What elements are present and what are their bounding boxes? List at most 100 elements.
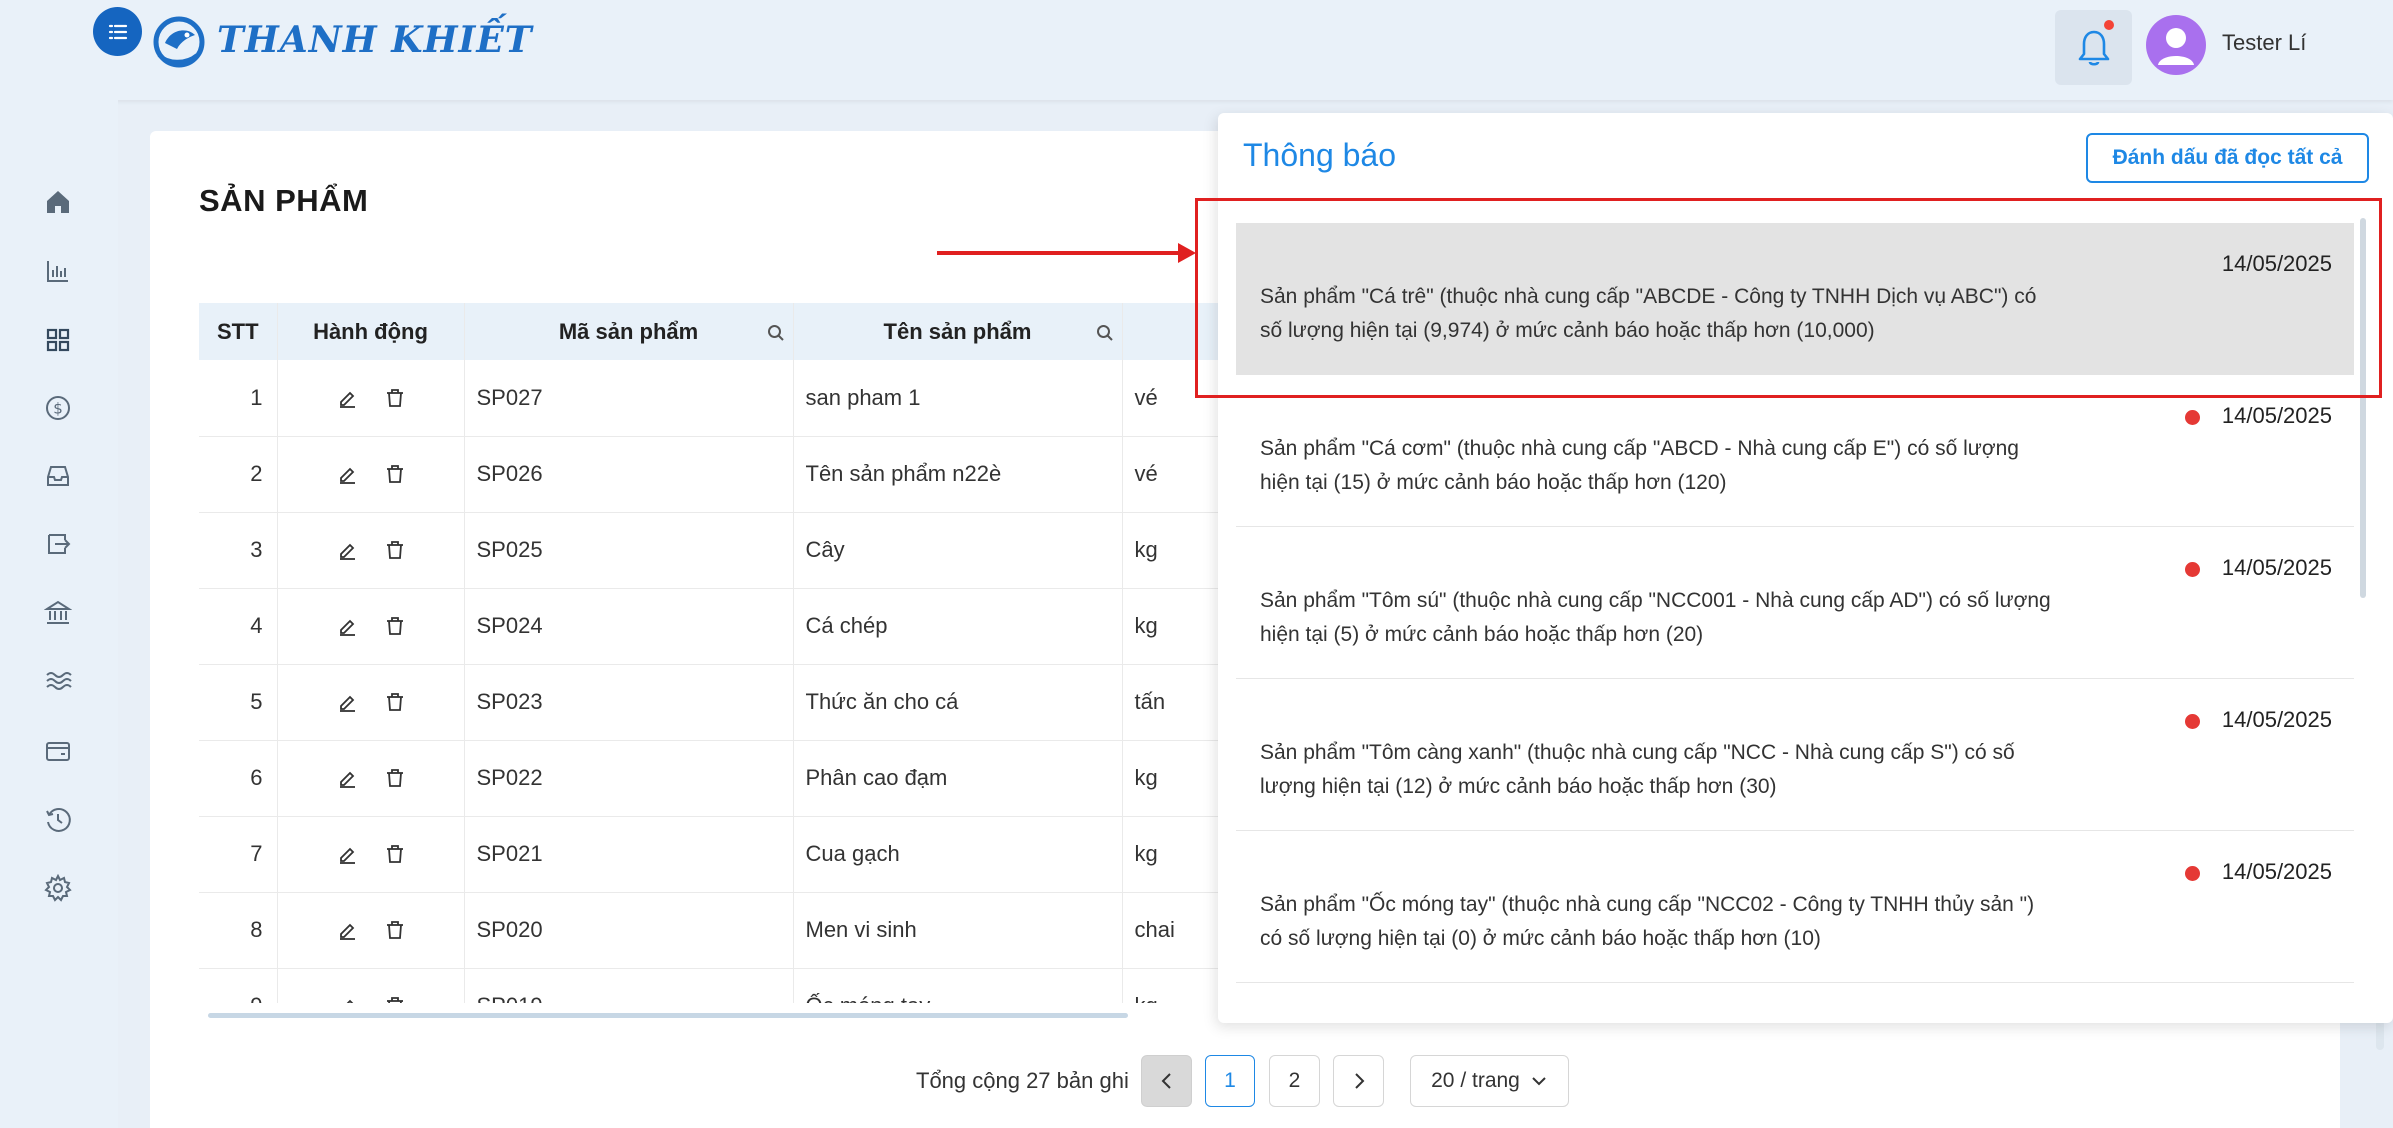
- pagination-next-button[interactable]: [1333, 1055, 1384, 1107]
- sidebar-item-settings[interactable]: [42, 872, 74, 904]
- sidebar-item-home[interactable]: [42, 186, 74, 218]
- horizontal-scrollbar[interactable]: [208, 1013, 1128, 1018]
- waves-icon: [46, 672, 72, 690]
- delete-icon[interactable]: [380, 991, 410, 1003]
- bell-icon: [2078, 30, 2109, 66]
- edit-icon[interactable]: [332, 991, 362, 1003]
- cell-product-code: SP026: [464, 436, 794, 513]
- edit-icon[interactable]: [332, 839, 362, 869]
- sidebar-item-wallet[interactable]: [42, 735, 74, 767]
- cell-product-name: san pham 1: [793, 360, 1123, 437]
- cell-actions: [277, 436, 465, 513]
- edit-icon[interactable]: [332, 459, 362, 489]
- cell-stt: 9: [199, 968, 278, 1003]
- cell-stt: 5: [199, 664, 278, 741]
- chevron-left-icon: [1161, 1073, 1171, 1089]
- notification-date: 14/05/2025: [2221, 707, 2332, 732]
- pagination-prev-button[interactable]: [1141, 1055, 1192, 1107]
- cell-actions: [277, 360, 465, 437]
- sidebar-item-products[interactable]: [42, 324, 74, 356]
- sidebar-item-inbox[interactable]: [42, 460, 74, 492]
- notification-item[interactable]: 14/05/2025 Sản phẩm "Tôm sú" (thuộc nhà c…: [1236, 527, 2354, 679]
- user-name[interactable]: Tester Lí: [2222, 30, 2306, 56]
- table-row[interactable]: 2 SP026 Tên sản phẩm n22è vé: [199, 436, 1239, 513]
- unread-dot: [2185, 714, 2200, 729]
- table-row[interactable]: 4 SP024 Cá chép kg: [199, 588, 1239, 665]
- page-size-select[interactable]: 20 / trang: [1410, 1055, 1569, 1107]
- delete-icon[interactable]: [380, 763, 410, 793]
- inbox-icon: [47, 466, 69, 486]
- table-row[interactable]: 8 SP020 Men vi sinh chai: [199, 892, 1239, 969]
- sidebar-item-export[interactable]: [42, 528, 74, 560]
- cell-product-name: Thức ăn cho cá: [793, 664, 1123, 741]
- notification-item[interactable]: 14/05/2025 Sản phẩm "Ốc móng tay" (thuộc …: [1236, 831, 2354, 983]
- column-header-code: Mã sản phẩm: [464, 303, 794, 360]
- notification-date: 14/05/2025: [2221, 403, 2332, 428]
- export-icon: [48, 534, 71, 554]
- sidebar-item-reports[interactable]: [42, 255, 74, 287]
- cell-product-name: Ốc móng tay: [793, 968, 1123, 1003]
- table-row[interactable]: 7 SP021 Cua gạch kg: [199, 816, 1239, 893]
- logo-fish-icon: [153, 16, 205, 68]
- delete-icon[interactable]: [380, 535, 410, 565]
- gear-icon: [44, 874, 72, 902]
- page-size-value: 20 / trang: [1431, 1069, 1520, 1092]
- cell-actions: [277, 512, 465, 589]
- menu-list-icon: [108, 24, 127, 39]
- products-table: STT Hành động Mã sản phẩm Tên sản phẩm 1…: [199, 303, 1239, 1003]
- search-icon[interactable]: [767, 322, 785, 348]
- dollar-icon: $: [46, 396, 70, 420]
- logo[interactable]: THANH KHIẾT: [151, 8, 533, 72]
- highlight-box: [1195, 198, 2382, 398]
- avatar[interactable]: [2146, 15, 2206, 75]
- unread-dot: [2185, 866, 2200, 881]
- cell-actions: [277, 968, 465, 1003]
- history-icon: [46, 808, 71, 832]
- cell-product-code: SP024: [464, 588, 794, 665]
- column-header-code-label: Mã sản phẩm: [558, 318, 699, 344]
- edit-icon[interactable]: [332, 611, 362, 641]
- menu-toggle-button[interactable]: [93, 7, 142, 56]
- table-row[interactable]: 9SP019Ốc móng taykg: [199, 968, 1239, 1003]
- cell-product-name: Cây: [793, 512, 1123, 589]
- edit-icon[interactable]: [332, 687, 362, 717]
- table-header-row: STT Hành động Mã sản phẩm Tên sản phẩm: [199, 303, 1239, 360]
- cell-product-code: SP025: [464, 512, 794, 589]
- mark-all-read-button[interactable]: Đánh dấu đã đọc tất cả: [2086, 133, 2369, 183]
- edit-icon[interactable]: [332, 383, 362, 413]
- notification-bell-button[interactable]: [2055, 10, 2132, 85]
- delete-icon[interactable]: [380, 383, 410, 413]
- delete-icon[interactable]: [380, 915, 410, 945]
- edit-icon[interactable]: [332, 915, 362, 945]
- table-row[interactable]: 6 SP022 Phân cao đạm kg: [199, 740, 1239, 817]
- table-row[interactable]: 5 SP023 Thức ăn cho cá tấn: [199, 664, 1239, 741]
- cell-actions: [277, 892, 465, 969]
- pagination-total: Tổng cộng 27 bản ghi: [916, 1068, 1129, 1093]
- cell-stt: 8: [199, 892, 278, 969]
- cell-product-name: Cua gạch: [793, 816, 1123, 893]
- delete-icon[interactable]: [380, 687, 410, 717]
- cell-stt: 1: [199, 360, 278, 437]
- notification-text: Sản phẩm "Tôm sú" (thuộc nhà cung cấp "N…: [1260, 589, 2051, 646]
- sidebar-item-bank[interactable]: [42, 597, 74, 629]
- delete-icon[interactable]: [380, 839, 410, 869]
- table-row[interactable]: 1 SP027 san pham 1 vé: [199, 360, 1239, 437]
- bar-chart-icon: [47, 261, 68, 282]
- notification-item[interactable]: 14/05/2025 Sản phẩm "Tôm càng xanh" (thuộ…: [1236, 679, 2354, 831]
- edit-icon[interactable]: [332, 763, 362, 793]
- cell-product-code: SP022: [464, 740, 794, 817]
- bank-icon: [44, 600, 72, 624]
- table-row[interactable]: 3 SP025 Cây kg: [199, 512, 1239, 589]
- chevron-right-icon: [1354, 1073, 1364, 1089]
- sidebar-item-water[interactable]: [42, 665, 74, 697]
- sidebar-item-history[interactable]: [42, 804, 74, 836]
- delete-icon[interactable]: [380, 459, 410, 489]
- search-icon[interactable]: [1096, 322, 1114, 348]
- pagination-page-1[interactable]: 1: [1205, 1055, 1255, 1107]
- edit-icon[interactable]: [332, 535, 362, 565]
- cell-actions: [277, 740, 465, 817]
- unread-dot: [2185, 410, 2200, 425]
- pagination-page-2[interactable]: 2: [1269, 1055, 1320, 1107]
- delete-icon[interactable]: [380, 611, 410, 641]
- sidebar-item-finance[interactable]: $: [42, 392, 74, 424]
